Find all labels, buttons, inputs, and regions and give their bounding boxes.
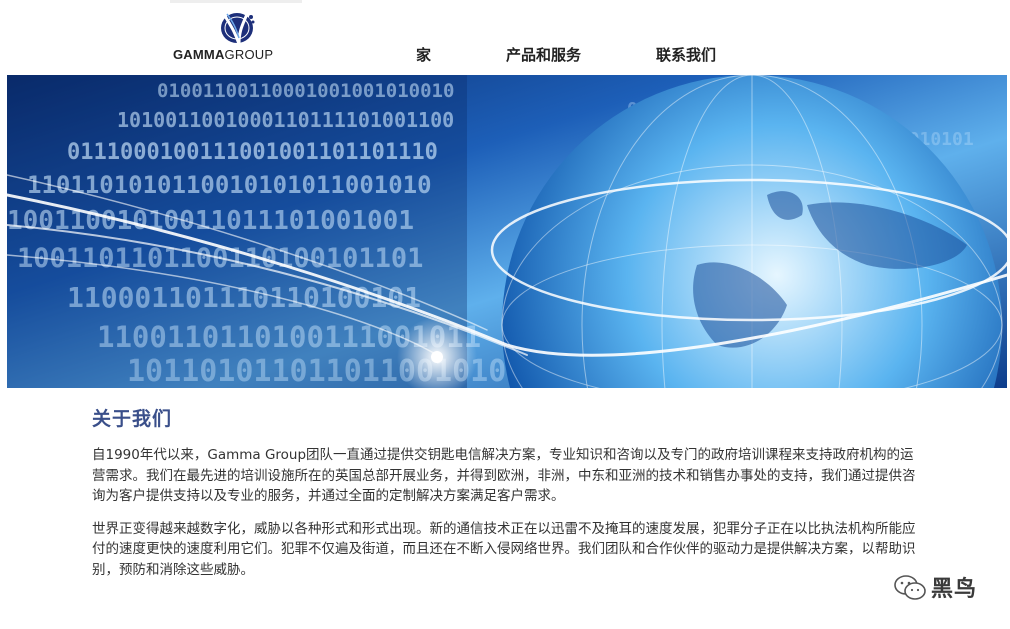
- nav-products-services[interactable]: 产品和服务: [506, 44, 581, 65]
- site-header: GAMMAGROUP 家 产品和服务 联系我们: [0, 0, 1010, 75]
- logo-word-group: GROUP: [224, 47, 274, 62]
- binary-digits-row: 01001100110001001001010010: [157, 80, 454, 102]
- nav-contact-us[interactable]: 联系我们: [656, 44, 716, 65]
- hero-banner: 01001100110001001001010010 10100110010001…: [7, 75, 1007, 388]
- binary-digits-row: 1010011001000110111101001100: [117, 108, 454, 132]
- about-title: 关于我们: [92, 408, 173, 430]
- wechat-icon: [894, 575, 926, 600]
- gamma-group-logo[interactable]: GAMMAGROUP: [170, 0, 305, 72]
- about-section: 关于我们 自1990年代以来，Gamma Group团队一直通过提供交钥匙电信解…: [92, 404, 922, 592]
- binary-digits-row: 0111000100111001001101101110: [67, 140, 438, 165]
- wechat-watermark: 黑鸟: [893, 569, 993, 605]
- logo-wordmark: GAMMAGROUP: [173, 47, 273, 62]
- about-paragraph-1: 自1990年代以来，Gamma Group团队一直通过提供交钥匙电信解决方案，专…: [92, 447, 916, 504]
- nav-home[interactable]: 家: [416, 44, 431, 65]
- logo-top-bar: [170, 0, 302, 3]
- about-paragraph-2: 世界正变得越来越数字化，威胁以各种形式和形式出现。新的通信技术正在以迅雷不及掩耳…: [92, 520, 916, 578]
- watermark-text: 黑鸟: [931, 577, 978, 602]
- gamma-logo-icon: [221, 13, 255, 45]
- globe-binary-banner-image: 01001100110001001001010010 10100110010001…: [7, 75, 1007, 388]
- logo-word-gamma: GAMMA: [173, 47, 225, 62]
